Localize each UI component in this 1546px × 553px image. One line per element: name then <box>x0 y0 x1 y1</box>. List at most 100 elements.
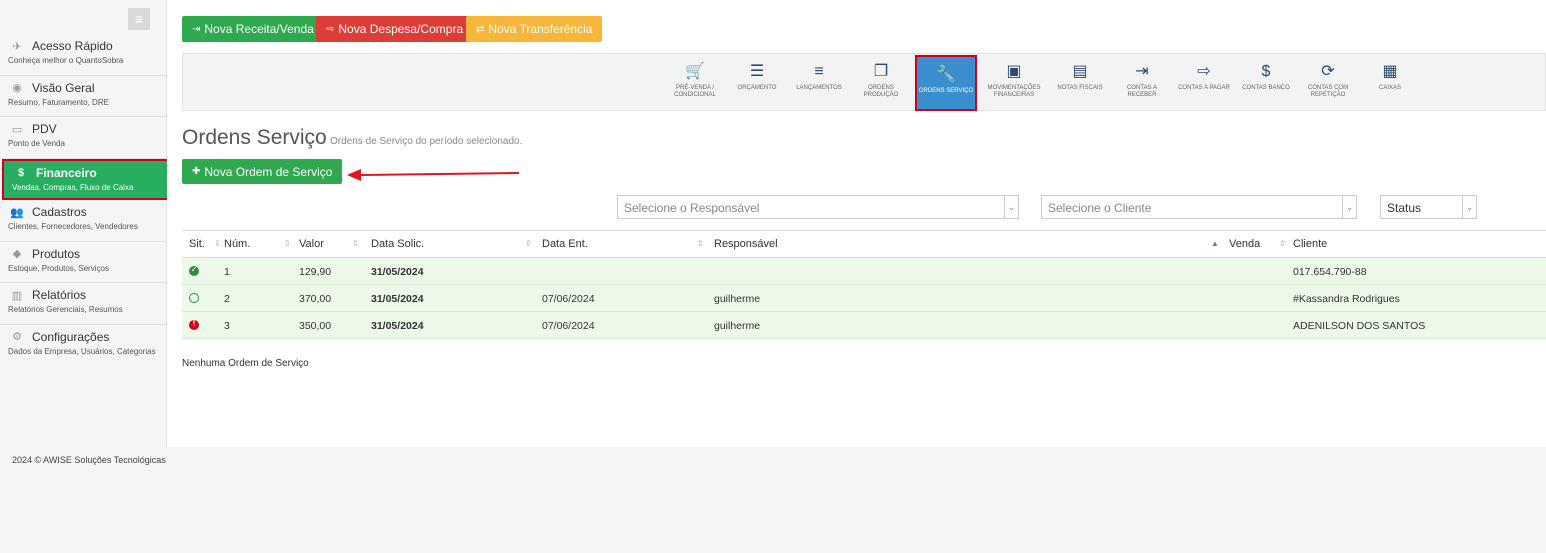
sort-icon: ⇕ <box>1279 239 1286 248</box>
page-title: Ordens Serviço <box>182 126 327 149</box>
cell-data-solic: 31/05/2024 <box>371 320 424 332</box>
col-cliente[interactable]: Cliente <box>1293 231 1493 258</box>
cell-cliente: 017.654.790-88 <box>1293 266 1367 278</box>
dollar-icon: $ <box>1261 63 1271 80</box>
sidebar-item-sublabel: Vendas, Compras, Fluxo de Caixa <box>12 182 134 192</box>
hamburger-menu-icon[interactable]: ≡ <box>128 8 150 30</box>
tool-contas-pagar[interactable]: ⇨ Contas a Pagar <box>1175 54 1233 110</box>
chevron-down-icon: ⌄ <box>1004 196 1018 218</box>
cell-cliente: ADENILSON DOS SANTOS <box>1293 320 1426 332</box>
tool-pre-venda[interactable]: 🛒 Pré-Venda / Condicional <box>666 54 724 110</box>
sidebar-item-cadastros[interactable]: 👥 Cadastros Clientes, Fornecedores, Vende… <box>0 200 167 242</box>
copy-icon: ❐ <box>873 63 889 80</box>
nova-ordem-servico-button[interactable]: ✚ Nova Ordem de Serviço <box>182 159 343 184</box>
nova-transferencia-button[interactable]: ⇄ Nova Transferência <box>466 16 603 42</box>
ordens-table: Sit. ⇕ Núm. ⇕ Valor ⇕ Data Solic. ⇕ Data Ent… <box>182 230 1546 339</box>
cell-valor: 370,00 <box>299 293 332 305</box>
sidebar-item-configuracoes[interactable]: ⚙ Configurações Dados da Empresa, Usuário… <box>0 325 167 367</box>
money-icon: ▣ <box>1006 63 1022 80</box>
tag-icon: ◆ <box>12 248 22 260</box>
table-row[interactable]: ✓ 1 129,90 31/05/2024 017.654.790-88 <box>182 258 1546 285</box>
list-icon: ≡ <box>814 63 824 80</box>
wrench-icon: 🔧 <box>936 66 956 83</box>
sidebar-item-sublabel: Conheça melhor o QuantoSobra <box>8 56 124 65</box>
cell-data-solic: 31/05/2024 <box>371 266 424 278</box>
sidebar-item-relatorios[interactable]: ▥ Relatórios Relatórios Gerenciais, Resum… <box>0 283 167 325</box>
cell-data-ent: 07/06/2024 <box>542 293 595 305</box>
col-venda[interactable]: Venda ⇕ <box>1229 231 1289 258</box>
table-row[interactable]: 2 370,00 31/05/2024 07/06/2024 guilherme… <box>182 285 1546 312</box>
bar-chart-icon: ▥ <box>11 289 23 302</box>
cell-cliente: #Kassandra Rodrigues <box>1293 293 1400 305</box>
empty-message: Nenhuma Ordem de Serviço <box>182 358 309 369</box>
cell-data-ent: 07/06/2024 <box>542 320 595 332</box>
main-content: ⇥ Nova Receita/Venda ⇨ Nova Despesa/Compra… <box>167 0 1546 447</box>
tool-contas-banco[interactable]: $ Contas Banco <box>1237 54 1295 110</box>
sidebar-item-acesso-rapido[interactable]: ✈ Acesso Rápido Conheça melhor o QuantoSo… <box>0 34 167 76</box>
sign-out-icon: ⇨ <box>1197 63 1211 80</box>
sidebar-item-sublabel: Estoque, Produtos, Serviços <box>8 263 109 273</box>
col-data-ent[interactable]: Data Ent. ⇕ <box>542 231 712 258</box>
cell-responsavel: guilherme <box>714 293 761 305</box>
tool-movimentacoes[interactable]: ▣ Movimentações Financeiras <box>981 54 1047 110</box>
cell-valor: 129,90 <box>299 266 332 278</box>
col-num[interactable]: Núm. ⇕ <box>224 231 294 258</box>
tool-orcamento[interactable]: ☰ Orçamento <box>728 54 786 110</box>
refresh-icon: ⟳ <box>1321 63 1335 80</box>
cell-data-solic: 31/05/2024 <box>371 293 424 305</box>
status-select[interactable]: Status ⌄ <box>1380 195 1477 219</box>
dollar-icon: $ <box>17 166 25 179</box>
nova-receita-button[interactable]: ⇥ Nova Receita/Venda <box>182 16 324 42</box>
eye-icon: ◉ <box>12 82 22 94</box>
exchange-icon: ⇄ <box>476 23 485 35</box>
responsavel-select[interactable]: Selecione o Responsável ⌄ <box>617 195 1019 219</box>
footer-copyright: 2024 © AWISE Soluções Tecnológicas <box>12 455 166 465</box>
col-responsavel[interactable]: Responsável ▲ <box>714 231 1224 258</box>
cart-icon: 🛒 <box>685 63 705 80</box>
sidebar-item-label: PDV <box>32 122 57 136</box>
sidebar-item-pdv[interactable]: ▭ PDV Ponto de Venda <box>0 117 167 159</box>
chevron-down-icon: ⌄ <box>1342 196 1356 218</box>
tool-contas-receber[interactable]: ⇥ Contas a Receber <box>1113 54 1171 110</box>
status-open-icon <box>189 293 199 303</box>
cell-num: 2 <box>224 293 230 305</box>
rocket-icon: ✈ <box>12 40 22 53</box>
sidebar-item-visao-geral[interactable]: ◉ Visão Geral Resumo, Faturamento, DRE <box>0 76 167 117</box>
nova-despesa-button[interactable]: ⇨ Nova Despesa/Compra <box>316 16 474 42</box>
sign-in-icon: ⇥ <box>1135 63 1149 80</box>
sidebar-item-sublabel: Relatórios Gerenciais, Resumos <box>8 305 123 314</box>
sidebar-item-label: Visão Geral <box>32 80 95 95</box>
cliente-select[interactable]: Selecione o Cliente ⌄ <box>1041 195 1357 219</box>
sidebar-item-label: Acesso Rápido <box>32 39 113 53</box>
tool-caixas[interactable]: ▦ Caixas <box>1361 54 1419 110</box>
server-icon: ☰ <box>749 63 765 80</box>
tool-contas-repeticao[interactable]: ⟳ Contas com Repetição <box>1299 54 1357 110</box>
sidebar-item-produtos[interactable]: ◆ Produtos Estoque, Produtos, Serviços <box>0 242 167 283</box>
status-alert-icon: ! <box>189 319 199 330</box>
table-row[interactable]: ! 3 350,00 31/05/2024 07/06/2024 guilher… <box>182 312 1546 339</box>
tool-ordens-servico[interactable]: 🔧 Ordens Serviço <box>915 55 977 111</box>
annotation-arrow <box>347 169 520 181</box>
gear-icon: ⚙ <box>12 331 22 343</box>
users-icon: 👥 <box>10 206 24 219</box>
sidebar-item-financeiro[interactable]: $ Financeiro Vendas, Compras, Fluxo de Ca… <box>2 158 171 200</box>
tool-notas-fiscais[interactable]: ▤ Notas Fiscais <box>1051 54 1109 110</box>
col-valor[interactable]: Valor ⇕ <box>299 231 369 258</box>
col-sit[interactable]: Sit. ⇕ <box>189 231 221 258</box>
sidebar-item-sublabel: Dados da Empresa, Usuários, Categorias <box>8 346 156 356</box>
sidebar-nav: ✈ Acesso Rápido Conheça melhor o QuantoSo… <box>0 34 171 367</box>
module-toolbar: 🛒 Pré-Venda / Condicional ☰ Orçamento ≡ Lan… <box>182 53 1546 111</box>
tool-ordens-producao[interactable]: ❐ Ordens Produção <box>852 54 910 110</box>
page-subtitle: Ordens de Serviço do período selecionado… <box>330 136 523 147</box>
cell-responsavel: guilherme <box>714 320 761 332</box>
col-data-solic[interactable]: Data Solic. ⇕ <box>371 231 536 258</box>
sort-icon: ⇕ <box>697 239 704 248</box>
sort-asc-icon: ▲ <box>1211 239 1219 248</box>
sidebar-item-sublabel: Clientes, Fornecedores, Vendedores <box>8 222 138 231</box>
table-header: Sit. ⇕ Núm. ⇕ Valor ⇕ Data Solic. ⇕ Data Ent… <box>182 231 1546 258</box>
sign-in-icon: ⇥ <box>192 23 201 35</box>
cell-valor: 350,00 <box>299 320 332 332</box>
sidebar-item-label: Cadastros <box>32 205 87 219</box>
sidebar-item-label: Produtos <box>32 246 81 261</box>
tool-lancamentos[interactable]: ≡ Lançamentos <box>790 54 848 110</box>
